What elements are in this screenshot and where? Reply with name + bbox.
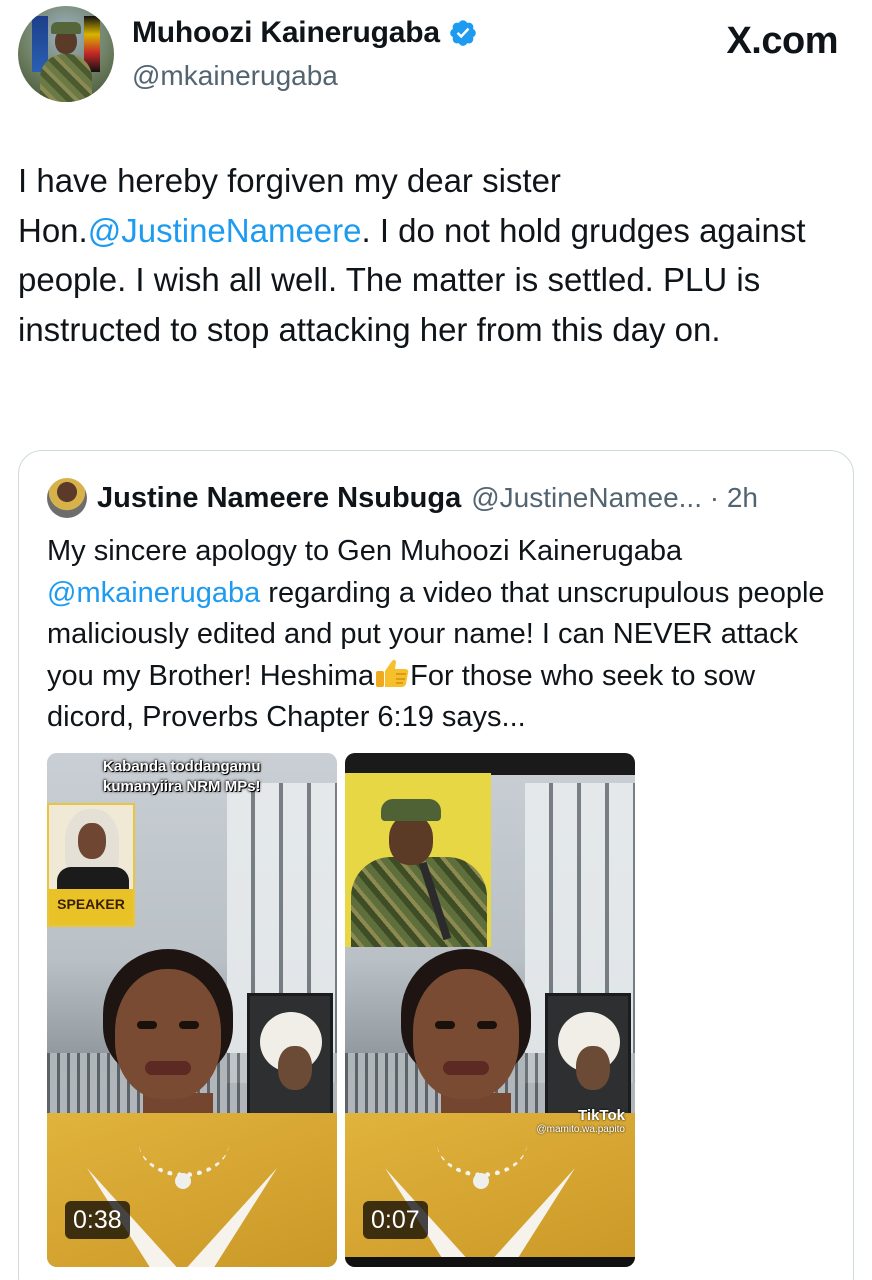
tiktok-watermark: TikTok @mamito.wa.papito xyxy=(536,1107,625,1135)
video-thumbnail-2[interactable]: TikTok @mamito.wa.papito 0:07 xyxy=(345,753,635,1267)
video-duration: 0:38 xyxy=(65,1201,130,1239)
quoted-tweet[interactable]: Justine Nameere Nsubuga @JustineNamee...… xyxy=(18,450,854,1280)
verified-badge-icon xyxy=(450,20,476,46)
author-name-row: Muhoozi Kainerugaba xyxy=(132,16,478,50)
quoted-tweet-header: Justine Nameere Nsubuga @JustineNamee...… xyxy=(47,478,758,518)
x-brand-logo: X.com xyxy=(726,20,838,62)
author-avatar[interactable] xyxy=(18,6,114,102)
quoted-author-handle-time: @JustineNamee... · 2h xyxy=(471,482,759,513)
quoted-author-avatar[interactable] xyxy=(47,478,87,518)
tweet-text: I have hereby forgiven my dear sister Ho… xyxy=(18,156,858,354)
mention-link[interactable]: @mkainerugaba xyxy=(47,577,260,609)
author-handle[interactable]: @mkainerugaba xyxy=(132,60,338,92)
tiktok-username: @mamito.wa.papito xyxy=(536,1124,625,1135)
video-caption: Kabanda toddangamu kumanyiira NRM MPs! xyxy=(103,758,261,795)
thumbs-up-icon xyxy=(376,659,409,687)
quoted-text-part: My sincere apology to Gen Muhoozi Kainer… xyxy=(47,535,683,567)
speaker-card: SPEAKER xyxy=(47,803,135,927)
tweet-header: Muhoozi Kainerugaba @mkainerugaba X.com xyxy=(0,0,872,110)
quoted-tweet-text: My sincere apology to Gen Muhoozi Kainer… xyxy=(47,531,847,739)
mention-link[interactable]: @JustineNameere xyxy=(88,212,362,249)
video-thumbnail-1[interactable]: SPEAKER Kabanda toddangamu kumanyiira NR… xyxy=(47,753,337,1267)
author-name[interactable]: Muhoozi Kainerugaba xyxy=(132,16,440,50)
quoted-author-name[interactable]: Justine Nameere Nsubuga xyxy=(97,482,461,515)
general-photo-card xyxy=(345,773,491,947)
speaker-label: SPEAKER xyxy=(49,889,133,925)
tiktok-logo-icon: TikTok xyxy=(578,1107,625,1124)
video-duration: 0:07 xyxy=(363,1201,428,1239)
